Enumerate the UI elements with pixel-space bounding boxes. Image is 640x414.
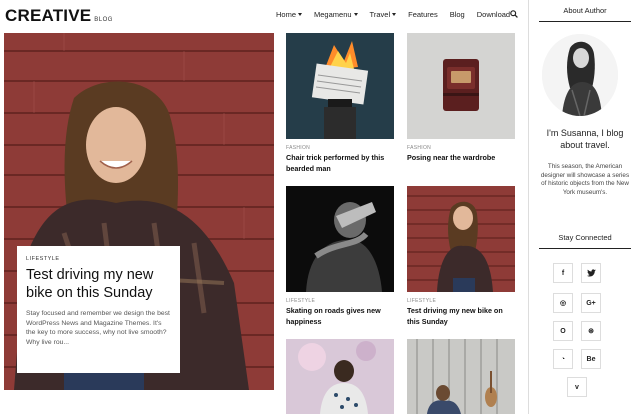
rss-icon[interactable]: ◔ [553, 349, 573, 369]
stay-connected-heading: Stay Connected [539, 233, 631, 249]
post-card[interactable]: FASHION Chair trick performed by this be… [286, 33, 394, 174]
sidebar: About Author I'm Susanna, I blog about t… [528, 0, 640, 414]
main-nav: Home Megamenu Travel Features Blog Downl… [276, 10, 522, 19]
post-title[interactable]: Chair trick performed by this bearded ma… [286, 153, 394, 174]
post-card[interactable]: FASHION Posing near the wardrobe [407, 33, 515, 164]
about-author-heading: About Author [539, 6, 631, 22]
nav-label: Download [476, 10, 511, 19]
nav-label: Features [408, 10, 438, 19]
author-intro: I'm Susanna, I blog about travel. [546, 128, 624, 150]
nav-item-home[interactable]: Home [276, 10, 303, 19]
nav-item-travel[interactable]: Travel [370, 10, 397, 19]
post-card[interactable] [407, 339, 515, 414]
post-thumbnail[interactable] [407, 186, 515, 292]
googleplus-icon[interactable]: G+ [581, 293, 601, 313]
logo-sub-text: BLOG [94, 17, 113, 23]
chevron-down-icon [392, 13, 397, 16]
logo-main-text: CREATIVE [5, 6, 92, 25]
twitter-icon[interactable] [581, 263, 601, 283]
post-card[interactable]: LIFESTYLE Skating on roads gives new hap… [286, 186, 394, 327]
post-category[interactable]: LIFESTYLE [407, 298, 515, 304]
hero-excerpt: Stay focused and remember we design the … [26, 310, 170, 346]
nav-item-blog[interactable]: Blog [450, 10, 465, 19]
post-card[interactable]: LIFESTYLE Test driving my new bike on th… [407, 186, 515, 327]
chevron-down-icon [353, 13, 358, 16]
nav-item-download[interactable]: Download [477, 10, 510, 19]
post-thumbnail[interactable] [407, 33, 515, 139]
dribbble-icon[interactable]: ⊛ [581, 321, 601, 341]
main-page: CREATIVE BLOG Home Megamenu Travel Featu… [0, 0, 528, 414]
chevron-down-icon [298, 13, 303, 16]
nav-label: Megamenu [314, 10, 352, 19]
nav-label: Blog [449, 10, 465, 19]
post-category[interactable]: FASHION [286, 145, 394, 151]
vimeo-icon[interactable]: v [567, 377, 587, 397]
nav-item-features[interactable]: Features [408, 10, 438, 19]
hero-title[interactable]: Test driving my new bike on this Sunday [26, 266, 171, 302]
post-thumbnail[interactable] [286, 186, 394, 292]
author-description: This season, the American designer will … [540, 163, 630, 197]
author-avatar [542, 34, 618, 116]
post-card[interactable] [286, 339, 394, 414]
nav-label: Travel [369, 10, 391, 19]
instagram-icon[interactable]: ◎ [553, 293, 573, 313]
post-category[interactable]: FASHION [407, 145, 515, 151]
hero-category[interactable]: LIFESTYLE [26, 256, 171, 262]
hero-card[interactable]: LIFESTYLE Test driving my new bike on th… [17, 246, 180, 373]
search-icon[interactable] [510, 10, 518, 18]
site-logo[interactable]: CREATIVE BLOG [5, 6, 113, 26]
facebook-icon[interactable]: f [553, 263, 573, 283]
post-thumbnail[interactable] [286, 33, 394, 139]
post-title[interactable]: Posing near the wardrobe [407, 153, 515, 164]
nav-label: Home [276, 10, 297, 19]
post-thumbnail[interactable] [286, 339, 394, 414]
behance-icon[interactable]: Be [581, 349, 601, 369]
nav-item-megamenu[interactable]: Megamenu [314, 10, 358, 19]
opera-icon[interactable]: O [553, 321, 573, 341]
post-category[interactable]: LIFESTYLE [286, 298, 394, 304]
post-title[interactable]: Skating on roads gives new happiness [286, 306, 394, 327]
post-title[interactable]: Test driving my new bike on this Sunday [407, 306, 515, 327]
post-thumbnail[interactable] [407, 339, 515, 414]
